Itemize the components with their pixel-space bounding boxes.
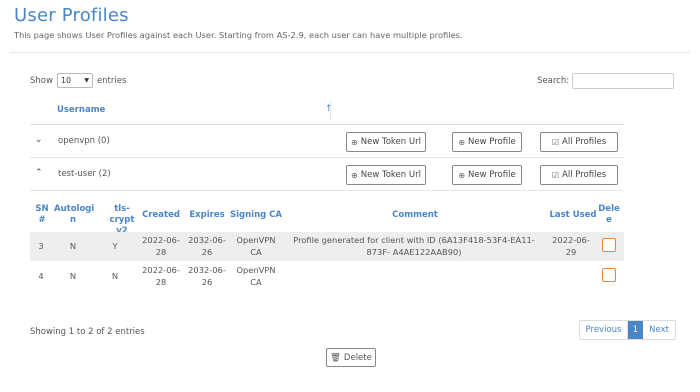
search-label: Search:: [537, 76, 570, 86]
pagination-previous[interactable]: Previous: [580, 321, 628, 339]
delete-header: Dele e: [598, 204, 620, 225]
created-header: Created: [142, 210, 180, 220]
checkbox-icon: ☑: [551, 137, 560, 147]
delete-checkbox[interactable]: [602, 238, 616, 252]
trash-icon: 🗑: [330, 352, 341, 363]
pagination: Previous 1 Next: [579, 320, 676, 340]
profile-row: 3 N Y 2022-06- 28 2032-06- 26 OpenVPN CA…: [30, 232, 624, 261]
table-info: Showing 1 to 2 of 2 entries: [30, 327, 145, 337]
delete-button[interactable]: 🗑 Delete: [326, 348, 376, 367]
sort-ascending-icon[interactable]: ↑: [325, 104, 333, 114]
all-profiles-label: All Profiles: [562, 170, 607, 180]
last-used-header: Last Used: [549, 210, 597, 220]
autologin-header: Autologi n: [54, 204, 95, 225]
new-profile-button[interactable]: ⊕ New Profile: [452, 132, 522, 152]
new-token-url-label: New Token Url: [360, 170, 421, 180]
profile-row: 4 N N 2022-06- 28 2032-06- 26 OpenVPN CA: [30, 262, 624, 291]
new-token-url-label: New Token Url: [360, 137, 421, 147]
pagination-next[interactable]: Next: [643, 321, 675, 339]
new-token-url-button[interactable]: ⊕ New Token Url: [346, 132, 426, 152]
plus-circle-icon: ⊕: [458, 137, 466, 147]
delete-label: Delete: [343, 352, 372, 363]
page-description: This page shows User Profiles against ea…: [14, 30, 463, 40]
title-divider: [10, 52, 690, 53]
entries-length-value: 10: [60, 76, 72, 85]
last-used-cell: 2022-06- 29: [552, 235, 590, 257]
entries-length-select[interactable]: 10 ▼: [56, 73, 93, 88]
expires-cell: 2032-06- 26: [188, 265, 226, 287]
all-profiles-button[interactable]: ☑ All Profiles: [540, 132, 618, 152]
chevron-down-icon: ▼: [84, 77, 89, 84]
comment-cell: Profile generated for client with ID (6A…: [293, 235, 535, 257]
sn-cell: 4: [38, 271, 44, 281]
autologin-cell: N: [69, 241, 77, 251]
username-header[interactable]: Username: [57, 105, 105, 115]
autologin-cell: N: [69, 271, 77, 281]
new-token-url-button[interactable]: ⊕ New Token Url: [346, 165, 426, 185]
table-header: Username ↑: [30, 97, 624, 125]
length-control: Show 10 ▼ entries: [30, 73, 126, 88]
search-input[interactable]: [572, 73, 675, 89]
plus-circle-icon: ⊕: [458, 170, 466, 180]
chevron-down-icon[interactable]: ⌄: [35, 135, 43, 145]
signing-ca-cell: OpenVPN CA: [236, 265, 276, 287]
entries-label: entries: [96, 75, 127, 86]
pagination-page-1[interactable]: 1: [628, 321, 643, 339]
new-profile-label: New Profile: [468, 170, 516, 180]
tls-crypt-cell: N: [111, 271, 119, 281]
all-profiles-button[interactable]: ☑ All Profiles: [540, 165, 618, 185]
show-label: Show: [30, 75, 53, 86]
sn-header: SN #: [35, 204, 49, 225]
sn-cell: 3: [38, 241, 44, 251]
comment-header: Comment: [392, 210, 438, 220]
created-cell: 2022-06- 28: [142, 235, 180, 257]
chevron-up-icon[interactable]: ⌃: [35, 168, 43, 178]
plus-circle-icon: ⊕: [351, 170, 358, 180]
expires-header: Expires: [189, 210, 225, 220]
group-username: test-user (2): [58, 169, 111, 179]
group-row-test-user: ⌃ test-user (2) ⊕ New Token Url ⊕ New Pr…: [30, 158, 624, 191]
new-profile-label: New Profile: [468, 137, 516, 147]
group-username: openvpn (0): [58, 136, 110, 146]
search-control: Search:: [537, 73, 675, 89]
tls-crypt-cell: Y: [112, 241, 118, 251]
new-profile-button[interactable]: ⊕ New Profile: [452, 165, 522, 185]
all-profiles-label: All Profiles: [562, 137, 607, 147]
delete-checkbox[interactable]: [602, 268, 616, 282]
checkbox-icon: ☑: [551, 170, 560, 180]
signing-ca-cell: OpenVPN CA: [236, 235, 276, 257]
signing-ca-header: Signing CA: [230, 210, 282, 220]
group-row-openvpn: ⌄ openvpn (0) ⊕ New Token Url ⊕ New Prof…: [30, 125, 624, 158]
plus-circle-icon: ⊕: [351, 137, 358, 147]
page-title: User Profiles: [14, 5, 129, 26]
created-cell: 2022-06- 28: [142, 265, 180, 287]
header-divider: [330, 101, 331, 120]
expires-cell: 2032-06- 26: [188, 235, 226, 257]
